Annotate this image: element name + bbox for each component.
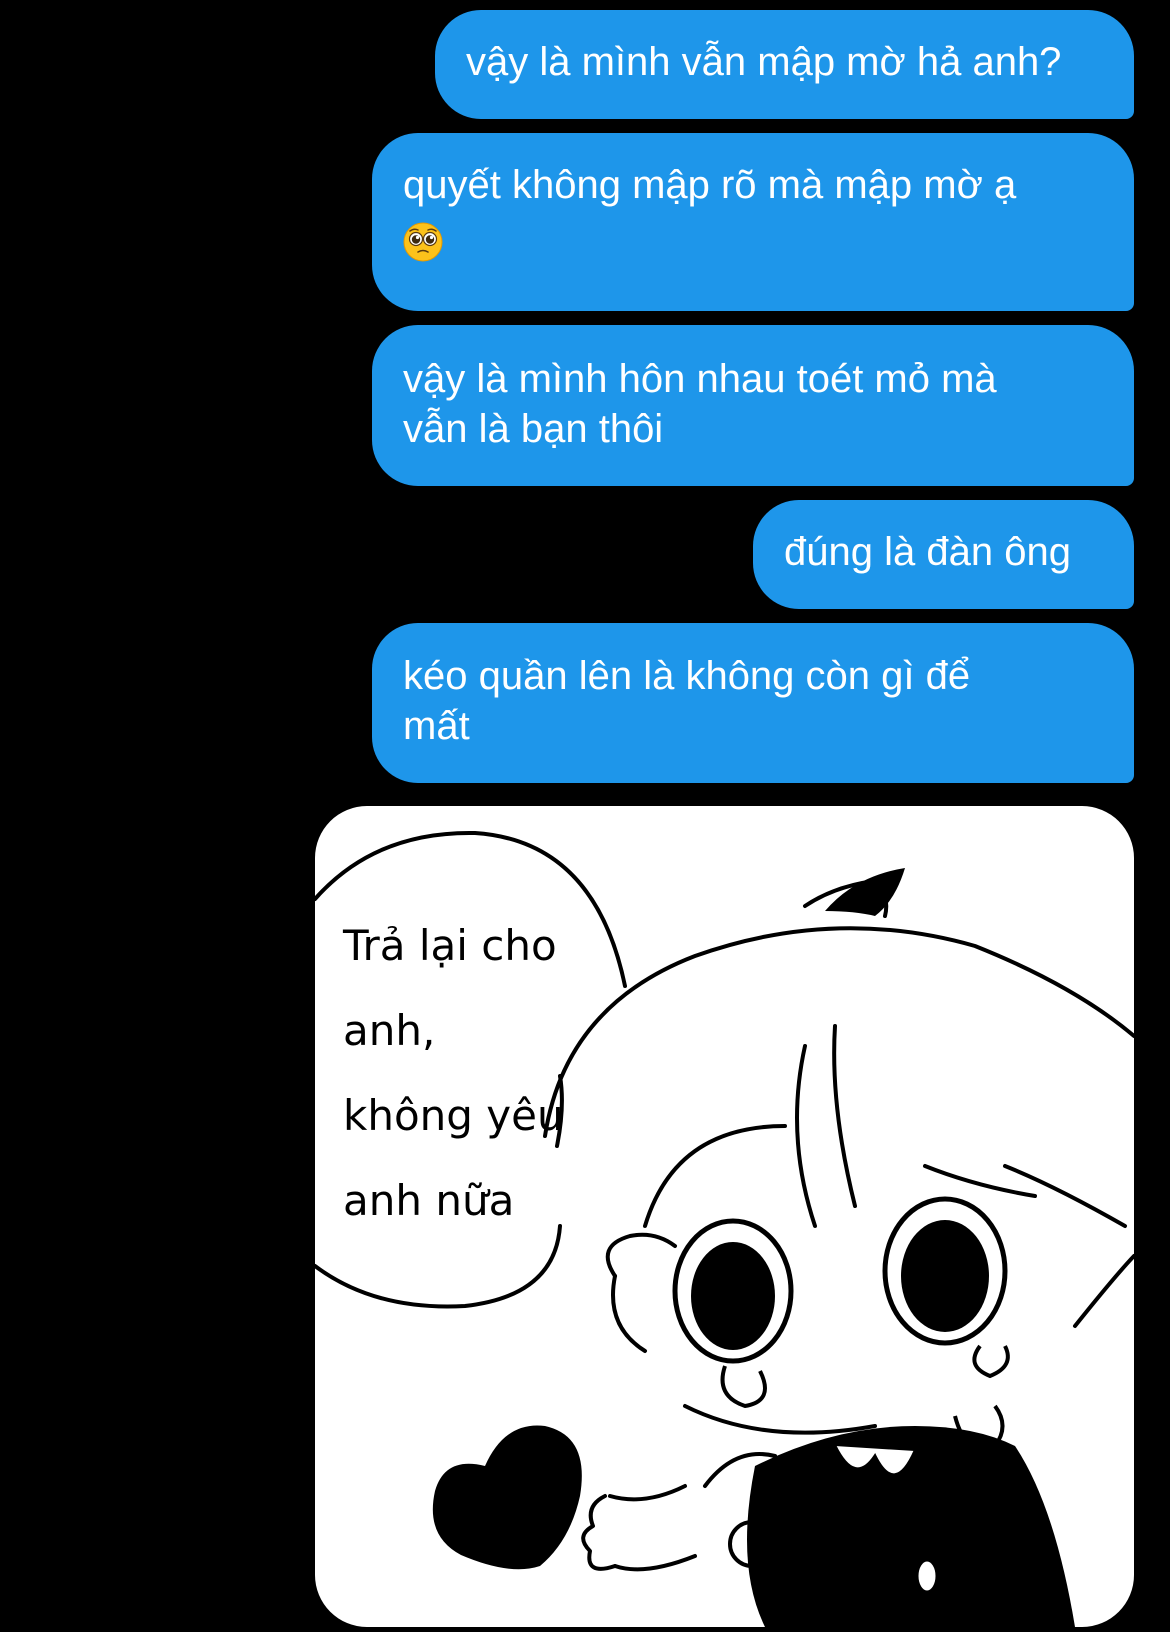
message-text-line-1: vậy là mình hôn nhau toét mỏ mà [403, 357, 997, 401]
message-text-line-1: kéo quần lên là không còn gì để [403, 654, 971, 698]
sticker-image[interactable]: Trả lại cho anh, không yêu anh nữa [315, 806, 1134, 1627]
message-text: đúng là đàn ông [784, 530, 1071, 574]
message-bubble-2[interactable]: quyết không mập rõ mà mập mờ ạ [372, 133, 1134, 311]
message-text: quyết không mập rõ mà mập mờ ạ [403, 163, 1017, 207]
message-bubble-4[interactable]: đúng là đàn ông [753, 500, 1134, 609]
message-bubble-5[interactable]: kéo quần lên là không còn gì để mất [372, 623, 1134, 783]
message-text-line-2: vẫn là bạn thôi [403, 407, 664, 451]
sticker-caption-line-2: anh, [343, 1006, 436, 1055]
sticker-caption-line-3: không yêu [343, 1091, 564, 1140]
pleading-face-icon [403, 222, 443, 262]
sticker-caption-line-1: Trả lại cho [343, 921, 557, 970]
message-text-line-2: mất [403, 704, 470, 748]
heart-icon [432, 1425, 582, 1570]
message-text: vậy là mình vẫn mập mờ hả anh? [466, 40, 1062, 84]
crying-chibi-character [672, 868, 1075, 1627]
message-bubble-3[interactable]: vậy là mình hôn nhau toét mỏ mà vẫn là b… [372, 325, 1134, 486]
sticker-caption-line-4: anh nữa [343, 1176, 515, 1225]
message-bubble-1[interactable]: vậy là mình vẫn mập mờ hả anh? [435, 10, 1134, 119]
